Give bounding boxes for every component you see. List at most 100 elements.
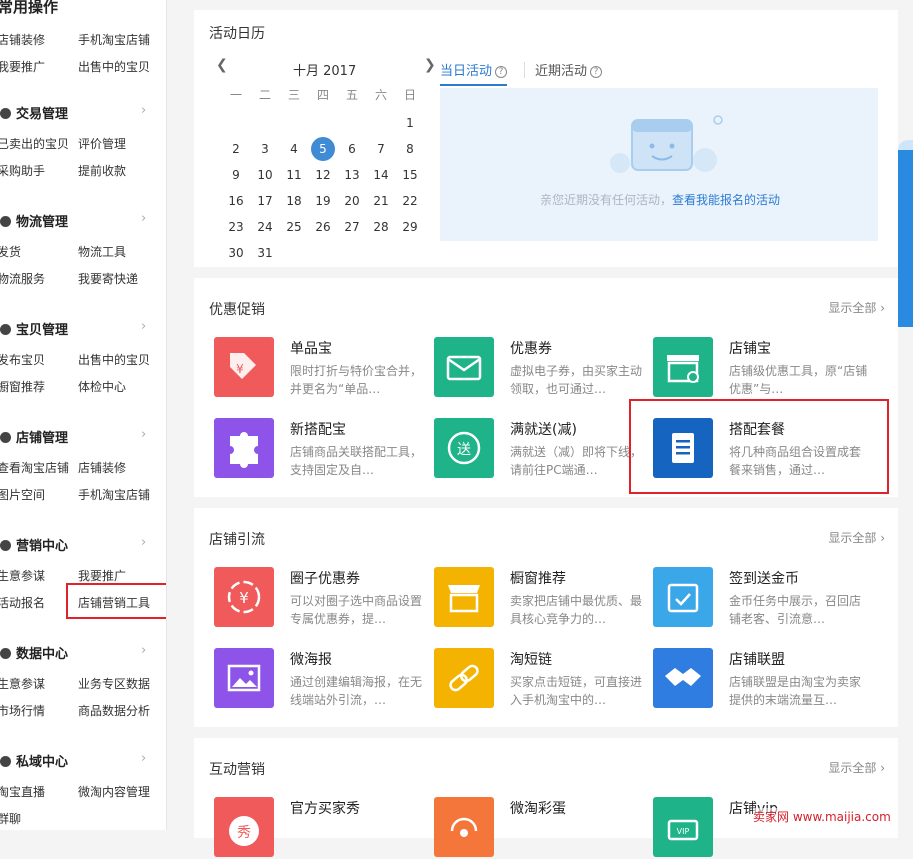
sidebar-link[interactable]: 提前收款 — [78, 162, 126, 179]
help-icon[interactable]: ? — [590, 66, 603, 78]
sidebar-link[interactable]: 查看淘宝店铺 — [0, 459, 69, 476]
calendar-day[interactable]: 28 — [370, 216, 392, 238]
tab-recent-activities[interactable]: 近期活动? — [535, 60, 603, 79]
calendar-day[interactable]: 8 — [399, 138, 421, 160]
chevron-right-icon[interactable]: › — [141, 751, 146, 766]
sidebar-section-trade[interactable]: 交易管理 — [0, 103, 68, 122]
sidebar-link[interactable]: 店铺装修 — [78, 459, 126, 476]
calendar-day[interactable]: 24 — [254, 216, 276, 238]
calendar-day[interactable]: 17 — [254, 190, 276, 212]
sidebar-link[interactable]: 物流工具 — [78, 243, 126, 260]
sidebar-link[interactable]: 我要推广 — [78, 567, 126, 584]
tool-card[interactable]: 送满就送(减) 满就送（减）即将下线，请前往PC端通… — [434, 418, 644, 480]
tool-card[interactable]: VIP店铺vip — [653, 797, 863, 859]
calendar-day[interactable]: 31 — [254, 242, 276, 264]
calendar-day[interactable]: 7 — [370, 138, 392, 160]
sidebar-link[interactable]: 评价管理 — [78, 135, 126, 152]
sidebar-section-private[interactable]: 私域中心 — [0, 751, 68, 770]
sidebar-section-shop[interactable]: 店铺管理 — [0, 427, 68, 446]
sidebar-link[interactable]: 生意参谋 — [0, 567, 45, 584]
chevron-left-icon[interactable]: ❮ — [216, 57, 228, 73]
sidebar-link[interactable]: 店铺装修 — [0, 31, 45, 48]
sidebar-link[interactable]: 市场行情 — [0, 702, 45, 719]
sidebar-link[interactable]: 物流服务 — [0, 270, 45, 287]
calendar-day[interactable]: 14 — [370, 164, 392, 186]
sidebar-link[interactable]: 生意参谋 — [0, 675, 45, 692]
view-all-link[interactable]: 显示全部 › — [828, 529, 885, 546]
sidebar-link[interactable]: 手机淘宝店铺 — [78, 486, 150, 503]
calendar-day[interactable]: 27 — [341, 216, 363, 238]
chevron-right-icon[interactable]: › — [141, 535, 146, 550]
tool-card[interactable]: 新搭配宝 店铺商品关联搭配工具，支持固定及自… — [214, 418, 424, 480]
calendar-day[interactable]: 18 — [283, 190, 305, 212]
view-all-link[interactable]: 显示全部 › — [828, 299, 885, 316]
tool-card[interactable]: ¥ 圈子优惠券 可以对圈子选中商品设置专属优惠券，提… — [214, 567, 424, 629]
calendar-day[interactable]: 23 — [225, 216, 247, 238]
tool-card[interactable]: 微淘彩蛋 — [434, 797, 644, 859]
calendar-day[interactable]: 15 — [399, 164, 421, 186]
tool-card[interactable]: 店铺联盟 店铺联盟是由淘宝为卖家提供的末端流量互… — [653, 648, 863, 710]
sidebar-link[interactable]: 活动报名 — [0, 594, 45, 611]
sidebar-link[interactable]: 群聊 — [0, 810, 21, 827]
sidebar-link[interactable]: 我要推广 — [0, 58, 45, 75]
calendar-day[interactable]: 25 — [283, 216, 305, 238]
chevron-right-icon[interactable]: › — [141, 427, 146, 442]
calendar-day[interactable]: 20 — [341, 190, 363, 212]
sidebar-link[interactable]: 业务专区数据 — [78, 675, 150, 692]
sidebar-link[interactable]: 出售中的宝贝 — [78, 351, 150, 368]
sidebar-link[interactable]: 淘宝直播 — [0, 783, 45, 800]
calendar-day[interactable]: 10 — [254, 164, 276, 186]
sidebar-section-items[interactable]: 宝贝管理 — [0, 319, 68, 338]
calendar-day[interactable]: 19 — [312, 190, 334, 212]
side-floating-bar[interactable] — [898, 150, 913, 327]
sidebar-link[interactable]: 出售中的宝贝 — [78, 58, 150, 75]
sidebar-link[interactable]: 手机淘宝店铺 — [78, 31, 150, 48]
calendar-day[interactable]: 21 — [370, 190, 392, 212]
sidebar-link[interactable]: 发货 — [0, 243, 21, 260]
chevron-right-icon[interactable]: › — [141, 211, 146, 226]
tool-card[interactable]: 秀 官方买家秀 — [214, 797, 424, 859]
tab-today-activities[interactable]: 当日活动? — [440, 60, 508, 86]
chevron-right-icon[interactable]: › — [141, 319, 146, 334]
sidebar-link[interactable]: 采购助手 — [0, 162, 45, 179]
calendar-day[interactable]: 26 — [312, 216, 334, 238]
calendar-day[interactable]: 1 — [399, 112, 421, 134]
calendar-day[interactable]: 3 — [254, 138, 276, 160]
sidebar-link[interactable]: 橱窗推荐 — [0, 378, 45, 395]
calendar-day[interactable]: 9 — [225, 164, 247, 186]
sidebar-section-marketing[interactable]: 营销中心 — [0, 535, 68, 554]
calendar-day[interactable]: 2 — [225, 138, 247, 160]
sidebar-link[interactable]: 商品数据分析 — [78, 702, 150, 719]
calendar-day[interactable]: 12 — [312, 164, 334, 186]
tool-card[interactable]: 店铺宝 店铺级优惠工具，原“店铺优惠”与… — [653, 337, 867, 399]
sidebar-link[interactable]: 体检中心 — [78, 378, 126, 395]
calendar-day[interactable]: 4 — [283, 138, 305, 160]
sidebar-link[interactable]: 图片空间 — [0, 486, 45, 503]
sidebar-section-data[interactable]: 数据中心 — [0, 643, 68, 662]
sidebar-section-logistics[interactable]: 物流管理 — [0, 211, 68, 230]
sidebar-link[interactable]: 发布宝贝 — [0, 351, 45, 368]
help-icon[interactable]: ? — [495, 66, 508, 78]
calendar-day[interactable]: 16 — [225, 190, 247, 212]
chevron-right-icon[interactable]: › — [141, 103, 146, 118]
tool-card[interactable]: 优惠券 虚拟电子券，由买家主动领取，也可通过… — [434, 337, 644, 399]
calendar-day[interactable]: 5 — [311, 137, 335, 161]
view-all-link[interactable]: 显示全部 › — [828, 759, 885, 776]
calendar-day[interactable]: 6 — [341, 138, 363, 160]
tool-card[interactable]: 签到送金币 金币任务中展示，召回店铺老客、引流意… — [653, 567, 863, 629]
tool-card[interactable]: 淘短链 买家点击短链，可直接进入手机淘宝中的… — [434, 648, 644, 710]
calendar-day[interactable]: 22 — [399, 190, 421, 212]
tool-card[interactable]: 橱窗推荐 卖家把店铺中最优质、最具核心竞争力的… — [434, 567, 644, 629]
tool-card[interactable]: ¥ 单品宝 限时打折与特价宝合并，并更名为“单品… — [214, 337, 424, 399]
chevron-right-icon[interactable]: ❯ — [424, 57, 436, 73]
calendar-day[interactable]: 11 — [283, 164, 305, 186]
sidebar-link[interactable]: 微淘内容管理 — [78, 783, 150, 800]
sidebar-link[interactable]: 我要寄快递 — [78, 270, 138, 287]
chevron-right-icon[interactable]: › — [141, 643, 146, 658]
tool-card[interactable]: 微海报 通过创建编辑海报，在无线端站外引流，… — [214, 648, 424, 710]
sidebar-link[interactable]: 已卖出的宝贝 — [0, 135, 69, 152]
calendar-day[interactable]: 30 — [225, 242, 247, 264]
calendar-day[interactable]: 13 — [341, 164, 363, 186]
view-eligible-activities-link[interactable]: 查看我能报名的活动 — [672, 193, 780, 207]
calendar-day[interactable]: 29 — [399, 216, 421, 238]
